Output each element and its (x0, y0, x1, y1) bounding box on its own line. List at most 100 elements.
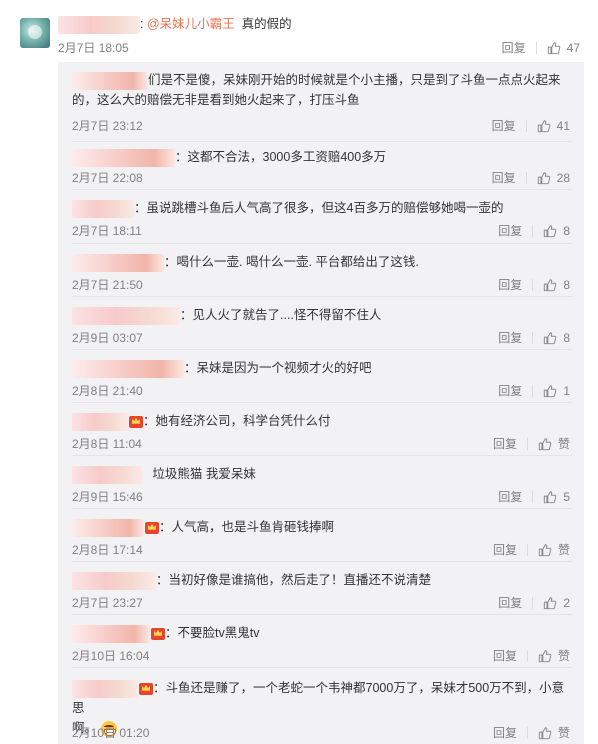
like-button[interactable]: 41 (537, 119, 570, 133)
like-button[interactable]: 赞 (538, 541, 570, 558)
reply-date: 2月8日 17:14 (72, 543, 143, 557)
reply-text: 当初好像是谁搞他，然后走了！直播还不说清楚 (168, 573, 432, 587)
like-button[interactable]: 赞 (538, 647, 570, 664)
reply-actions: 回复 8 (498, 222, 570, 239)
reply-item: ：她有经济公司，科学台凭什么付 2月8日 11:04 回复 赞 (58, 403, 584, 456)
blurred-username[interactable] (72, 571, 156, 590)
separator (535, 41, 537, 54)
separator (526, 726, 528, 739)
reply-button[interactable]: 回复 (498, 382, 522, 399)
blurred-username[interactable] (72, 199, 134, 218)
crown-badge-icon (139, 682, 153, 695)
separator (532, 331, 534, 344)
blurred-username[interactable] (72, 71, 148, 90)
reply-text: 垃圾熊猫 我爱呆妹 (152, 467, 256, 481)
thumbs-up-icon (544, 224, 557, 237)
thumbs-up-icon (544, 331, 557, 344)
blurred-username[interactable] (58, 15, 140, 34)
like-button[interactable]: 8 (543, 224, 570, 238)
blurred-username[interactable] (72, 148, 175, 167)
like-button[interactable]: 5 (543, 490, 570, 504)
reply-button[interactable]: 回复 (493, 435, 517, 452)
reply-text: 见人火了就告了....怪不得留不住人 (192, 308, 382, 322)
thumbs-up-icon (538, 649, 552, 662)
blurred-username[interactable] (72, 359, 184, 378)
blurred-username[interactable] (72, 465, 142, 484)
blurred-username[interactable] (72, 624, 150, 643)
thumbs-up-icon (547, 41, 560, 54)
blurred-username[interactable] (72, 306, 180, 325)
reply-date: 2月9日 15:46 (72, 490, 143, 504)
reply-actions: 回复 8 (498, 276, 570, 293)
like-button[interactable]: 8 (543, 331, 570, 345)
like-button[interactable]: 2 (543, 596, 570, 610)
reply-button[interactable]: 回复 (498, 594, 522, 611)
reply-date: 2月8日 21:40 (72, 384, 143, 398)
avatar[interactable] (20, 18, 50, 48)
reply-text: 虽说跳槽斗鱼后人气高了很多，但这4百多万的赔偿够她喝一壶的 (146, 201, 504, 215)
reply-button[interactable]: 回复 (493, 541, 517, 558)
reply-date: 2月7日 23:12 (72, 119, 143, 133)
thumbs-up-icon (538, 437, 552, 450)
separator (532, 596, 534, 609)
main-comment-text: 真的假的 (241, 17, 292, 31)
like-count: 5 (563, 489, 570, 504)
reply-actions: 回复 41 (492, 117, 570, 134)
crown-badge-icon (129, 415, 143, 428)
separator (532, 384, 534, 397)
reply-button[interactable]: 回复 (498, 276, 522, 293)
like-button[interactable]: 28 (537, 171, 570, 185)
like-count: 赞 (557, 726, 570, 740)
like-count: 赞 (557, 543, 570, 557)
reply-actions: 回复 8 (498, 329, 570, 346)
reply-text: 这都不合法，3000多工资赔400多万 (187, 150, 387, 164)
reply-item: ：当初好像是谁搞他，然后走了！直播还不说清楚 2月7日 23:27 回复 2 (58, 562, 584, 615)
crown-badge-icon (145, 521, 159, 534)
like-count: 47 (566, 40, 580, 55)
reply-button[interactable]: 回复 (493, 647, 517, 664)
like-count: 8 (563, 330, 570, 345)
reply-item: ：喝什么一壶. 喝什么一壶. 平台都给出了这钱. 2月7日 21:50 回复 8 (58, 244, 584, 297)
main-comment-line: : @呆妹儿小霸王 真的假的 (58, 14, 292, 34)
blurred-username[interactable] (72, 518, 144, 537)
reply-item: ：这都不合法，3000多工资赔400多万 2月7日 22:08 回复 28 (58, 142, 584, 190)
reply-button[interactable]: 回复 (492, 169, 516, 186)
like-button[interactable]: 赞 (538, 435, 570, 452)
separator (526, 543, 528, 556)
reply-actions: 回复 赞 (493, 435, 570, 452)
blurred-username[interactable] (72, 412, 128, 431)
like-button[interactable]: 赞 (538, 724, 570, 741)
thumbs-up-icon (538, 543, 552, 556)
reply-button[interactable]: 回复 (498, 222, 522, 239)
blurred-username[interactable] (72, 679, 138, 698)
blurred-username[interactable] (72, 253, 164, 272)
reply-text-prefix: 们是不是傻， (148, 73, 224, 87)
reply-text: 人气高，也是斗鱼肯砸钱捧啊 (171, 520, 335, 534)
like-button[interactable]: 8 (543, 278, 570, 292)
separator (525, 119, 527, 132)
reply-date: 2月8日 11:04 (72, 437, 142, 451)
reply-item: ：人气高，也是斗鱼肯砸钱捧啊 2月8日 17:14 回复 赞 (58, 509, 584, 562)
reply-actions: 回复 28 (492, 169, 570, 186)
reply-button[interactable]: 回复 (502, 39, 526, 56)
thumbs-up-icon (544, 490, 557, 503)
like-count: 赞 (557, 649, 570, 663)
like-button[interactable]: 47 (547, 41, 580, 55)
like-button[interactable]: 1 (543, 384, 570, 398)
like-count: 8 (563, 223, 570, 238)
separator (532, 490, 534, 503)
reply-item: ：见人火了就告了....怪不得留不住人 2月9日 03:07 回复 8 (58, 297, 584, 350)
reply-date: 2月7日 22:08 (72, 171, 143, 185)
reply-item: ：不要脸tv黑鬼tv 2月10日 16:04 回复 赞 (58, 615, 584, 668)
like-count: 8 (563, 277, 570, 292)
reply-text: 不要脸tv黑鬼tv (177, 626, 260, 640)
reply-text: 喝什么一壶. 喝什么一壶. 平台都给出了这钱. (176, 255, 419, 269)
reply-button[interactable]: 回复 (493, 724, 517, 741)
like-count: 1 (563, 383, 570, 398)
mention-link[interactable]: @呆妹儿小霸王 (147, 17, 235, 31)
reply-button[interactable]: 回复 (498, 488, 522, 505)
reply-button[interactable]: 回复 (498, 329, 522, 346)
reply-button[interactable]: 回复 (492, 117, 516, 134)
reply-actions: 回复 5 (498, 488, 570, 505)
reply-item: 们是不是傻，呆妹刚开始的时候就是个小主播，只是到了斗鱼一点点火起来的，这么大的赔… (58, 62, 584, 142)
